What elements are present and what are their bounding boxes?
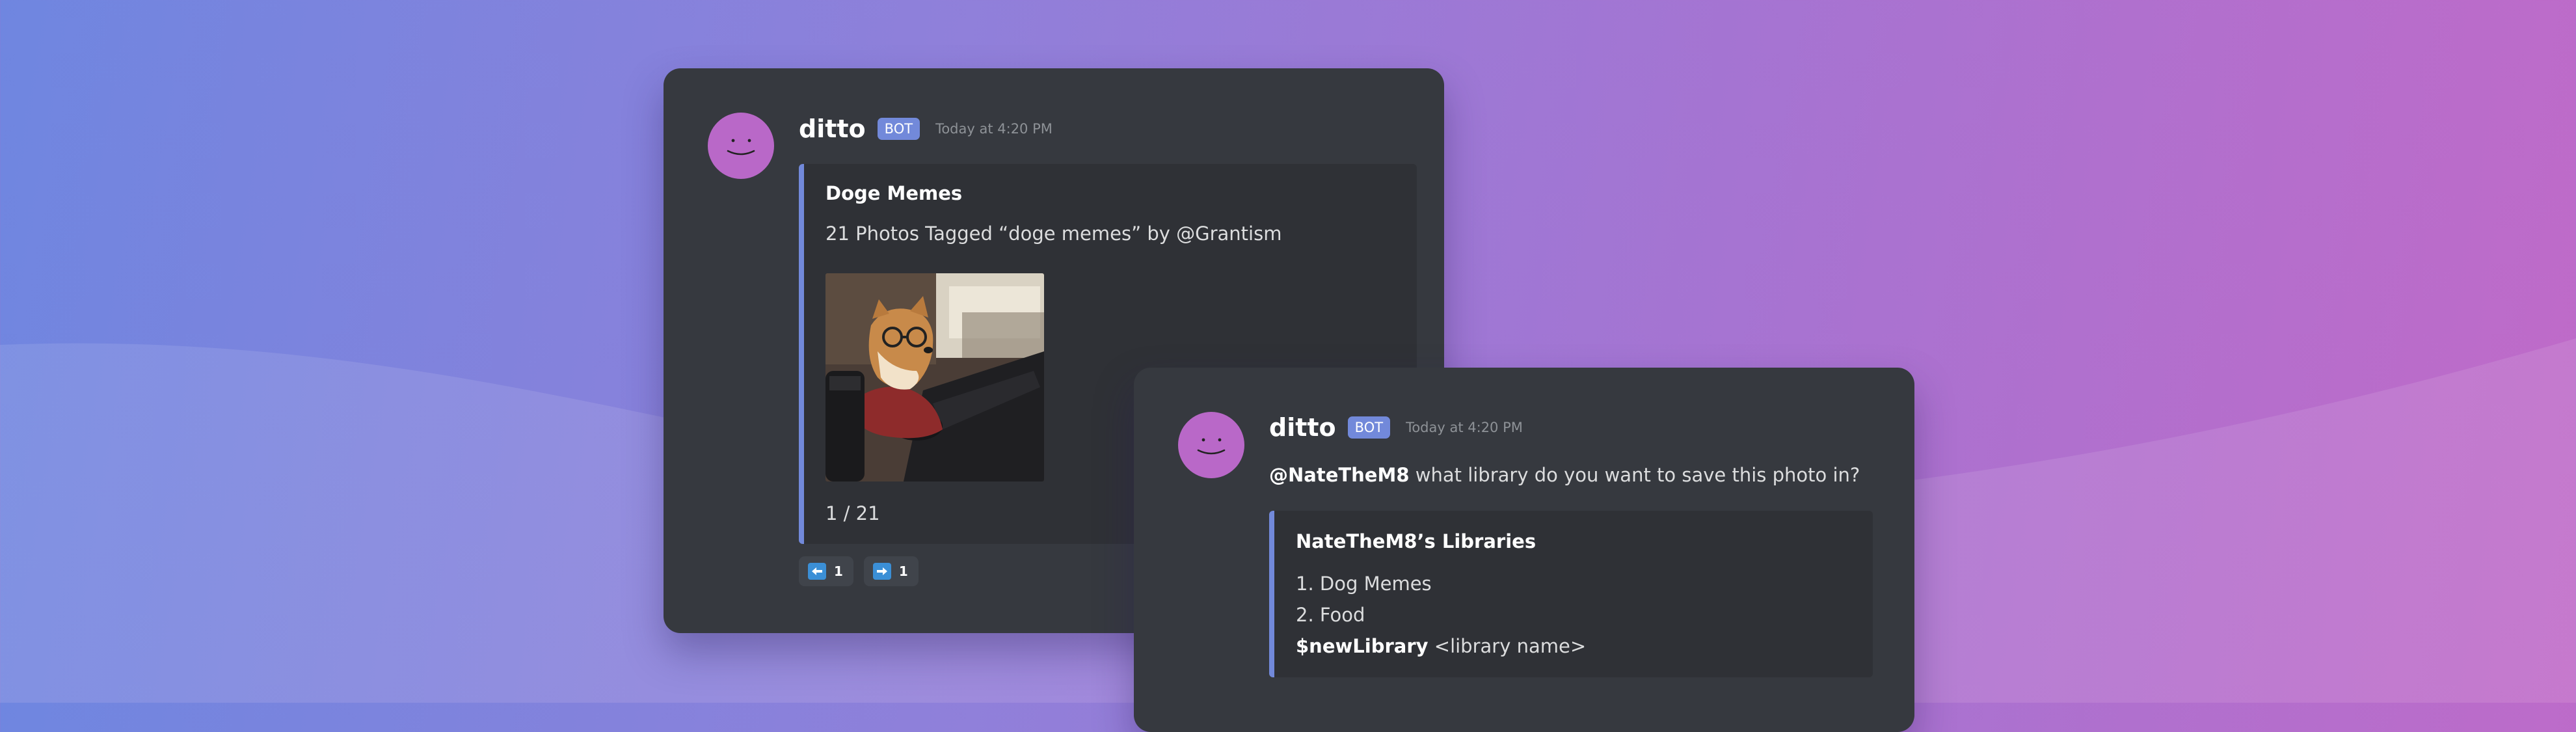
message-header: ditto BOT Today at 4:20 PM [799,109,1053,148]
embed-title: Doge Memes [825,182,963,204]
page-counter: 1 / 21 [825,502,880,524]
message-text: @NateTheM8 what library do you want to s… [1269,464,1860,486]
timestamp: Today at 4:20 PM [935,121,1053,137]
message-body: what library do you want to save this ph… [1415,464,1860,486]
reaction-count: 1 [898,563,908,579]
libraries-embed: NateTheM8’s Libraries 1. Dog Memes 2. Fo… [1269,511,1873,677]
timestamp: Today at 4:20 PM [1406,420,1523,435]
username[interactable]: ditto [1269,413,1336,442]
bot-badge: BOT [877,118,920,140]
embed-description: 21 Photos Tagged “doge memes” by @Granti… [825,223,1282,245]
library-list: 1. Dog Memes 2. Food $newLibrary <librar… [1296,568,1586,662]
list-item: 2. Food [1296,604,1365,626]
bot-avatar[interactable] [1178,412,1244,478]
reaction-next[interactable]: 1 [863,556,919,586]
message-card-libraries: ditto BOT Today at 4:20 PM @NateTheM8 wh… [1134,368,1914,732]
smiley-face-icon [727,139,755,156]
smiley-face-icon [1197,438,1226,455]
list-item: 1. Dog Memes [1296,573,1432,595]
new-library-command: $newLibrary <library name> [1296,630,1586,662]
dog-photo-illustration [825,273,1044,481]
message-header: ditto BOT Today at 4:20 PM [1269,408,1523,447]
user-mention[interactable]: @NateTheM8 [1269,464,1410,486]
command-name: $newLibrary [1296,635,1429,657]
bot-badge: BOT [1347,416,1391,439]
reaction-count: 1 [834,563,843,579]
arrow-right-icon [872,563,891,580]
command-argument: <library name> [1434,635,1587,657]
arrow-left-icon [808,563,826,580]
reaction-previous[interactable]: 1 [799,556,853,586]
embed-title: NateTheM8’s Libraries [1296,530,1536,552]
username[interactable]: ditto [799,115,866,143]
bot-avatar[interactable] [708,113,774,179]
shiba-dog-photo[interactable] [825,273,1044,481]
reaction-bar: 1 1 [799,556,919,586]
